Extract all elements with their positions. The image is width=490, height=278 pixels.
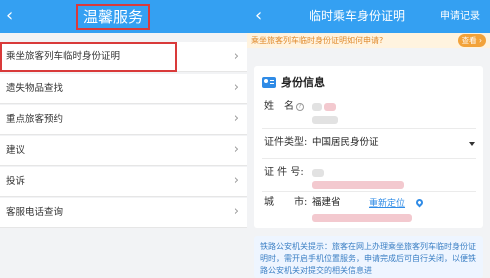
tips-text: 铁路公安机关提示：旅客在网上办理乘坐旅客列车临时身份证明时，需开启手机位置服务，… [260,242,476,275]
id-type-select[interactable]: 中国居民身份证 [312,136,379,150]
divider [262,128,476,129]
relocate-link[interactable]: 重新定位 [369,198,405,210]
menu-item-label: 重点旅客预约 [6,114,64,125]
back-chevron-icon[interactable]: ‹ [6,4,13,28]
view-badge[interactable]: 查看 › [457,34,486,47]
menu-item-label: 客服电话查询 [6,207,64,218]
name-label: 姓 名? [264,100,304,114]
chevron-right-icon: › [233,80,239,95]
top-bar: ‹ 临时乘车身份证明 申请记录 [247,0,490,33]
divider [262,191,476,192]
menu-item-lost-items[interactable]: 遗失物品查找 › [0,74,247,104]
menu-item-label: 投诉 [6,176,26,187]
right-screen: ‹ 临时乘车身份证明 申请记录 乘坐旅客列车临时身份证明如何申请? 查看 › 身… [247,0,490,278]
id-card-icon [262,77,276,88]
city-masked-value [312,214,412,222]
menu-item-temporary-id-tail[interactable]: › [177,42,247,72]
chevron-right-icon: › [233,49,239,64]
id-number-label: 证 件 号: [264,167,304,178]
title-highlight-box: 温馨服务 [76,4,150,30]
menu-item-hotline[interactable]: 客服电话查询 › [0,198,247,228]
city-label: 城 市: [264,197,308,208]
chevron-right-icon: › [233,142,239,157]
menu-item-temporary-id[interactable]: 乘坐旅客列车临时身份证明 [0,42,177,72]
left-screen: ‹ 温馨服务 乘坐旅客列车临时身份证明 › 遗失物品查找 › 重点旅客预约 › … [0,0,247,278]
divider [262,158,476,159]
tips-box: 铁路公安机关提示：旅客在网上办理乘坐旅客列车临时身份证明时，需开启手机位置服务，… [254,236,483,278]
page-title: 临时乘车身份证明 [309,9,406,23]
chevron-right-icon: › [233,173,239,188]
section-title: 身份信息 [281,76,325,89]
chevron-right-icon: › [233,204,239,219]
menu-item-priority-booking[interactable]: 重点旅客预约 › [0,105,247,135]
page-title: 温馨服务 [82,8,143,26]
menu-item-label: 遗失物品查找 [6,83,64,94]
apply-records-link[interactable]: 申请记录 [440,10,480,23]
city-value: 福建省 [312,197,341,208]
id-type-label: 证件类型: [264,137,308,148]
notice-bar[interactable]: 乘坐旅客列车临时身份证明如何申请? 查看 › [247,33,490,48]
chevron-right-icon: › [233,111,239,126]
id-number-masked-value [312,169,324,177]
menu-item-suggestion[interactable]: 建议 › [0,136,247,166]
back-chevron-icon[interactable]: ‹ [255,4,262,28]
name-masked-value [324,103,336,111]
menu-item-label: 乘坐旅客列车临时身份证明 [6,51,121,62]
top-bar: ‹ 温馨服务 [0,0,247,33]
identity-card: 身份信息 姓 名? 证件类型: 中国居民身份证 证 件 号: 城 市: 福建省 … [254,66,483,228]
menu-item-complaint[interactable]: 投诉 › [0,167,247,197]
location-pin-icon[interactable] [414,197,425,208]
menu-item-label: 建议 [6,145,26,156]
notice-text: 乘坐旅客列车临时身份证明如何申请? [251,36,384,45]
id-number-masked-value [312,181,404,189]
dropdown-arrow-icon[interactable] [469,142,475,146]
name-masked-value [312,116,338,124]
help-icon[interactable]: ? [296,103,304,111]
name-masked-value [312,103,322,111]
